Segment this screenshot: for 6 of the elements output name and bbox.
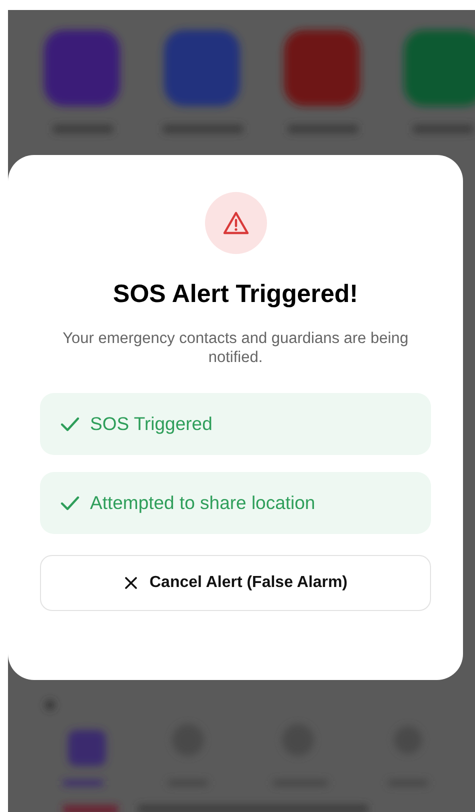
cancel-alert-button[interactable]: Cancel Alert (False Alarm): [40, 555, 431, 611]
alert-message: Your emergency contacts and guardians are being notified.: [62, 329, 410, 367]
status-label: SOS Triggered: [90, 413, 212, 435]
status-label: Attempted to share location: [90, 492, 316, 514]
close-icon: [124, 576, 138, 590]
alert-title: SOS Alert Triggered!: [113, 280, 358, 309]
